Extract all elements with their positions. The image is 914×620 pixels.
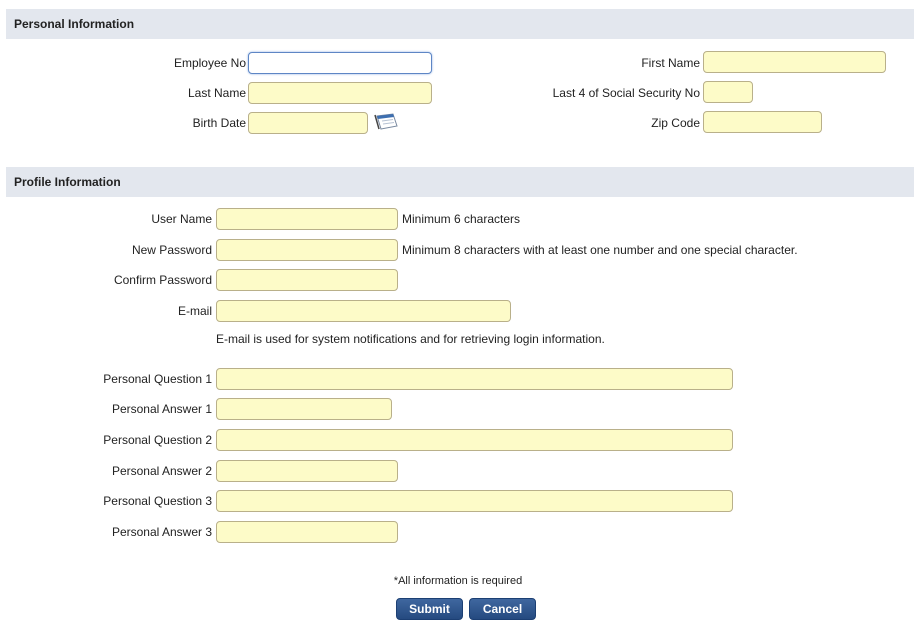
birth-date-label: Birth Date	[192, 116, 246, 130]
new-password-input[interactable]	[216, 239, 398, 261]
employee-no-label: Employee No	[173, 56, 246, 70]
personal-answer-3-input[interactable]	[216, 521, 398, 543]
submit-button[interactable]: Submit	[396, 598, 463, 620]
personal-question-3-input[interactable]	[216, 490, 733, 512]
user-name-input[interactable]	[216, 208, 398, 230]
personal-question-1-input[interactable]	[216, 368, 733, 390]
personal-answer-2-input[interactable]	[216, 460, 398, 482]
new-password-label: New Password	[131, 243, 212, 257]
first-name-input[interactable]	[703, 51, 886, 73]
confirm-password-input[interactable]	[216, 269, 398, 291]
personal-question-3-label: Personal Question 3	[103, 494, 212, 508]
zip-code-label: Zip Code	[651, 116, 700, 130]
calendar-icon[interactable]	[373, 111, 399, 131]
personal-question-1-label: Personal Question 1	[103, 372, 212, 386]
ssn-last4-input[interactable]	[703, 81, 753, 103]
personal-answer-3-label: Personal Answer 3	[111, 525, 212, 539]
first-name-label: First Name	[641, 56, 700, 70]
employee-no-input[interactable]	[248, 52, 432, 74]
user-name-hint: Minimum 6 characters	[402, 212, 521, 226]
personal-question-2-label: Personal Question 2	[103, 433, 212, 447]
cancel-button[interactable]: Cancel	[469, 598, 536, 620]
new-password-hint: Minimum 8 characters with at least one n…	[402, 243, 798, 257]
email-input[interactable]	[216, 300, 511, 322]
email-label: E-mail	[177, 304, 212, 318]
last-name-label: Last Name	[187, 86, 246, 100]
required-note: *All information is required	[393, 575, 523, 587]
last-name-input[interactable]	[248, 82, 432, 104]
personal-answer-1-label: Personal Answer 1	[111, 402, 212, 416]
personal-information-header: Personal Information	[6, 9, 914, 39]
personal-question-2-input[interactable]	[216, 429, 733, 451]
birth-date-input[interactable]	[248, 112, 368, 134]
ssn-last4-label: Last 4 of Social Security No	[552, 86, 700, 100]
confirm-password-label: Confirm Password	[113, 273, 212, 287]
zip-code-input[interactable]	[703, 111, 822, 133]
profile-information-header: Profile Information	[6, 167, 914, 197]
personal-answer-1-input[interactable]	[216, 398, 392, 420]
user-name-label: User Name	[151, 212, 212, 226]
email-hint: E-mail is used for system notifications …	[216, 332, 605, 346]
personal-answer-2-label: Personal Answer 2	[111, 464, 212, 478]
